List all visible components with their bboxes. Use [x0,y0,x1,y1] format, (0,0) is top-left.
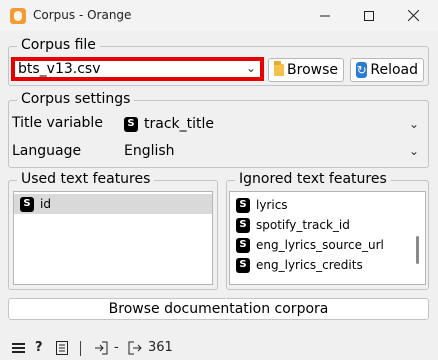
string-variable-icon: S [236,217,250,233]
list-item[interactable]: S id [14,194,212,214]
list-item-label: spotify_track_id [256,218,350,232]
list-item[interactable]: S lyrics [230,195,425,215]
reload-icon: ↻ [356,62,368,78]
file-select[interactable]: bts_v13.csv ⌄ [11,57,264,81]
language-select[interactable]: English ⌄ [118,140,426,162]
chevron-down-icon: ⌄ [408,144,419,158]
list-item-label: id [40,197,51,211]
list-item-label: lyrics [256,198,288,212]
reload-button-label: Reload [370,62,418,78]
list-item[interactable]: S eng_lyrics_credits [230,255,425,275]
folder-icon [274,61,285,76]
list-item[interactable]: S eng_lyrics_source_url [230,235,425,255]
input-status-text: - [114,340,119,355]
orange-app-icon [10,8,26,24]
language-value: English [124,143,175,159]
reload-button[interactable]: ↻ Reload [350,58,424,82]
file-select-value: bts_v13.csv [18,61,101,77]
browse-documentation-button[interactable]: Browse documentation corpora [8,298,429,320]
maximize-icon [364,10,374,21]
string-variable-icon: S [236,237,250,253]
chevron-down-icon: ⌄ [245,61,256,75]
list-item[interactable]: S spotify_track_id [230,215,425,235]
close-icon [407,10,419,21]
chevron-down-icon: ⌄ [408,117,419,131]
string-variable-icon: S [124,116,138,132]
window-title: Corpus - Orange [33,8,132,22]
string-variable-icon: S [236,257,250,273]
browse-button-label: Browse [287,62,338,78]
string-variable-icon: S [236,197,250,213]
ignored-features-title: Ignored text features [235,171,391,187]
corpus-file-title: Corpus file [17,37,100,53]
list-item-label: eng_lyrics_source_url [256,238,384,252]
corpus-settings-title: Corpus settings [17,91,135,107]
title-variable-value: track_title [144,116,214,132]
used-features-title: Used text features [17,171,155,187]
close-button[interactable] [391,0,435,31]
title-variable-select[interactable]: Strack_title ⌄ [118,113,426,135]
status-bar: ? - 361 [0,336,438,360]
language-label: Language [12,143,82,159]
report-icon[interactable] [56,341,68,355]
status-separator [80,341,81,356]
list-item-label: eng_lyrics_credits [256,258,363,272]
string-variable-icon: S [20,196,34,212]
browse-button[interactable]: Browse [268,58,344,82]
help-icon[interactable]: ? [35,340,43,355]
maximize-button[interactable] [347,0,391,31]
output-count: 361 [148,340,173,355]
minimize-button[interactable] [303,0,347,31]
scrollbar-thumb[interactable] [416,236,419,264]
hamburger-menu-icon[interactable] [12,342,25,354]
input-icon [95,341,108,355]
title-bar: Corpus - Orange [0,0,438,31]
title-variable-label: Title variable [12,115,103,131]
used-features-list[interactable]: S id [13,191,213,285]
output-icon [128,341,142,355]
minimize-icon [320,15,330,16]
ignored-features-list[interactable]: S lyrics S spotify_track_id S eng_lyrics… [229,191,426,285]
